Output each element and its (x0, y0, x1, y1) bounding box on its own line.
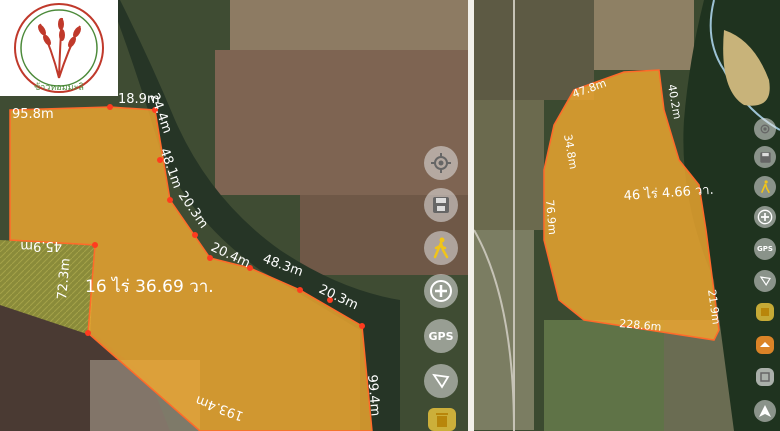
trash-icon (436, 412, 448, 427)
save-button[interactable] (424, 188, 458, 222)
layers-icon (761, 308, 769, 316)
shape-button[interactable] (424, 364, 458, 398)
logo-text: ข้าวหอมมะลิ (34, 82, 84, 93)
plus-icon (757, 209, 773, 225)
left-area-label: 16 ไร่ 36.69 วา. (85, 276, 214, 297)
edge-label: 95.8m (12, 107, 54, 122)
right-map-panel[interactable]: 46 ไร่ 4.66 วา. 228.6m 47.8m 34.8m 76.9m… (474, 0, 780, 431)
floppy-icon (759, 151, 771, 163)
locate-button[interactable] (754, 118, 776, 140)
rice-logo-icon: ข้าวหอมมะลิ (14, 3, 104, 93)
polygon-icon (760, 372, 770, 382)
right-satellite-map[interactable]: 46 ไร่ 4.66 วา. 228.6m 47.8m 34.8m 76.9m… (474, 0, 780, 431)
polygon-icon (432, 373, 450, 389)
walk-mode-button[interactable] (424, 231, 458, 265)
send-button[interactable] (754, 400, 776, 422)
crosshair-icon (431, 153, 451, 173)
left-map-panel[interactable]: 16 ไร่ 36.69 วา. 95.8m 18.9m 24.4m 48.1m… (0, 0, 468, 431)
add-point-button[interactable] (754, 206, 776, 228)
add-point-button[interactable] (424, 274, 458, 308)
walking-person-icon (433, 237, 449, 259)
locate-button[interactable] (424, 146, 458, 180)
walking-person-icon (760, 180, 770, 194)
layers-icon (760, 342, 770, 347)
logo: ข้าวหอมมะลิ (0, 0, 118, 96)
delete-button[interactable] (428, 408, 456, 431)
gps-button[interactable]: GPS (754, 238, 776, 260)
send-arrow-icon (759, 405, 771, 417)
plus-icon (430, 280, 452, 302)
gps-button[interactable]: GPS (424, 319, 458, 353)
crosshair-icon (760, 124, 770, 134)
options-button[interactable] (756, 368, 774, 386)
save-button[interactable] (754, 146, 776, 168)
floppy-icon (433, 197, 449, 213)
polygon-icon (759, 276, 771, 286)
walk-mode-button[interactable] (754, 176, 776, 198)
layers-button[interactable] (756, 336, 774, 354)
layers-button[interactable] (756, 303, 774, 321)
shape-button[interactable] (754, 270, 776, 292)
edge-label: 45.9m (20, 238, 62, 253)
